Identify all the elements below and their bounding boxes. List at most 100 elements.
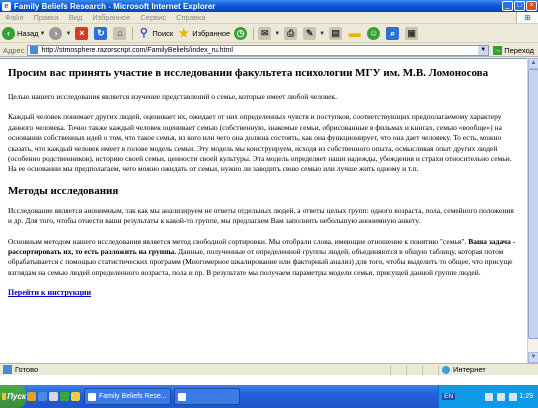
go-arrow-icon: →: [493, 45, 503, 55]
menu-help[interactable]: Справка: [171, 13, 210, 22]
favorites-button[interactable]: ★ Избранное: [175, 26, 232, 42]
star-icon: ★: [178, 26, 190, 40]
desktop-icon[interactable]: [49, 392, 58, 401]
status-cell: [422, 364, 438, 375]
history-icon: ◷: [234, 27, 248, 40]
search-button[interactable]: ⚲ Поиск: [135, 26, 175, 42]
security-zone: Интернет: [438, 364, 538, 375]
methods-paragraph-1: Исследование является анонимным, так как…: [8, 205, 514, 226]
page-done-icon: [3, 365, 12, 374]
globe-icon: [442, 365, 450, 374]
close-button[interactable]: ×: [526, 1, 537, 11]
windows-flag-icon: [2, 393, 7, 400]
extra-button[interactable]: ▣: [403, 26, 422, 42]
print-icon: ⎙: [284, 27, 298, 40]
task-label: Family Beliefs Rese...: [99, 393, 167, 400]
forward-arrow-icon: ›: [49, 27, 63, 40]
chevron-down-icon: ▼: [274, 30, 281, 37]
toolbar-divider: [132, 27, 134, 40]
zone-label: Интернет: [453, 365, 486, 374]
toolbar: ‹ Назад ▼ › ▼ × ↻ ⌂ ⚲ Поиск ★ Избранное …: [0, 25, 538, 43]
edit-button[interactable]: ✎ ▼: [301, 26, 327, 42]
status-text: Готово: [15, 365, 39, 374]
page-heading: Просим вас принять участие в исследовани…: [8, 67, 489, 79]
messenger-button[interactable]: ☺: [365, 26, 384, 42]
tray-icon[interactable]: [485, 392, 494, 401]
address-input[interactable]: http://stmosphere.razorscript.com/Family…: [27, 44, 490, 56]
back-label: Назад: [17, 29, 39, 38]
status-cell: [406, 364, 422, 375]
search-label: Поиск: [152, 29, 174, 38]
scroll-thumb[interactable]: [528, 69, 538, 339]
chevron-down-icon: ▼: [39, 30, 46, 37]
scroll-down-icon[interactable]: ▼: [528, 352, 538, 363]
start-label: Пуск: [7, 392, 26, 401]
intro-paragraph: Целью нашего исследования является изуче…: [8, 92, 338, 101]
system-tray: EN 1:29: [438, 385, 538, 408]
taskbar-button-ie[interactable]: Family Beliefs Rese...: [84, 388, 171, 405]
folder-icon: ▬: [348, 26, 361, 40]
methods-p2-start: Основным методом нашего исследования явл…: [8, 236, 469, 246]
stop-icon: ×: [75, 27, 89, 40]
methods-heading: Методы исследования: [8, 184, 119, 197]
menu-edit[interactable]: Правка: [28, 13, 63, 22]
history-button[interactable]: ◷: [232, 26, 251, 42]
refresh-button[interactable]: ↻: [92, 26, 111, 42]
tray-icon[interactable]: [497, 392, 506, 401]
ie-icon: e: [2, 1, 11, 11]
status-cell: [390, 364, 406, 375]
minimize-button[interactable]: _: [502, 1, 513, 11]
menu-view[interactable]: Вид: [64, 13, 88, 22]
menu-tools[interactable]: Сервис: [135, 13, 171, 22]
start-button[interactable]: Пуск: [0, 385, 26, 408]
vertical-scrollbar[interactable]: ▲ ▼: [527, 58, 538, 363]
print-button[interactable]: ⎙: [282, 26, 301, 42]
messenger-quicklaunch-icon[interactable]: [60, 392, 69, 401]
research-button[interactable]: ⌕: [384, 26, 403, 42]
page-icon: [30, 46, 39, 54]
back-button[interactable]: ‹ Назад ▼: [0, 26, 47, 42]
description-paragraph: Каждый человек понимает других людей, оц…: [8, 112, 512, 174]
taskbar-button-2[interactable]: [173, 388, 240, 405]
chevron-down-icon[interactable]: ▼: [478, 45, 489, 55]
address-label: Адрес: [3, 45, 25, 55]
messenger-icon: ☺: [367, 27, 381, 40]
windows-logo-icon: ⊞: [516, 12, 538, 23]
firefox-icon[interactable]: [27, 392, 36, 401]
language-indicator[interactable]: EN: [442, 393, 456, 400]
folder-quicklaunch-icon[interactable]: [71, 392, 80, 401]
stop-button[interactable]: ×: [73, 26, 92, 42]
clock[interactable]: 1:29: [519, 393, 533, 400]
tray-icon[interactable]: [509, 392, 518, 401]
menu-favorites[interactable]: Избранное: [87, 13, 135, 22]
discuss-icon: ▤: [329, 27, 343, 40]
chevron-down-icon: ▼: [319, 30, 326, 37]
taskbar: Пуск Family Beliefs Rese... EN 1:29: [0, 385, 538, 408]
favorites-label: Избранное: [192, 29, 231, 38]
go-label: Переход: [504, 45, 534, 55]
chevron-down-icon: ▼: [65, 30, 72, 37]
research-icon: ⌕: [386, 27, 400, 40]
refresh-icon: ↻: [94, 27, 108, 40]
address-bar: Адрес http://stmosphere.razorscript.com/…: [0, 44, 538, 57]
ie-quicklaunch-icon[interactable]: [38, 392, 47, 401]
mail-button[interactable]: ✉ ▼: [256, 26, 282, 42]
menu-file[interactable]: Файл: [0, 13, 28, 22]
status-bar: Готово Интернет: [0, 363, 538, 375]
toolbar-divider: [253, 27, 255, 40]
maximize-button[interactable]: □: [514, 1, 525, 11]
extra-icon: ▣: [405, 27, 419, 40]
go-button[interactable]: → Переход: [489, 45, 538, 55]
scroll-up-icon[interactable]: ▲: [528, 58, 538, 69]
methods-paragraph-2: Основным методом нашего исследования явл…: [8, 237, 519, 279]
page-content: Просим вас принять участие в исследовани…: [0, 58, 527, 363]
window-titlebar[interactable]: e Family Beliefs Research - Microsoft In…: [0, 0, 538, 12]
instructions-link[interactable]: Перейти к инструкции: [8, 288, 91, 297]
back-arrow-icon: ‹: [2, 27, 15, 40]
folder-button[interactable]: ▬: [346, 26, 365, 42]
mail-icon: ✉: [258, 27, 272, 40]
home-button[interactable]: ⌂: [111, 26, 130, 42]
discuss-button[interactable]: ▤: [327, 26, 346, 42]
menu-bar: Файл Правка Вид Избранное Сервис Справка…: [0, 12, 538, 24]
forward-button[interactable]: › ▼: [47, 26, 73, 42]
